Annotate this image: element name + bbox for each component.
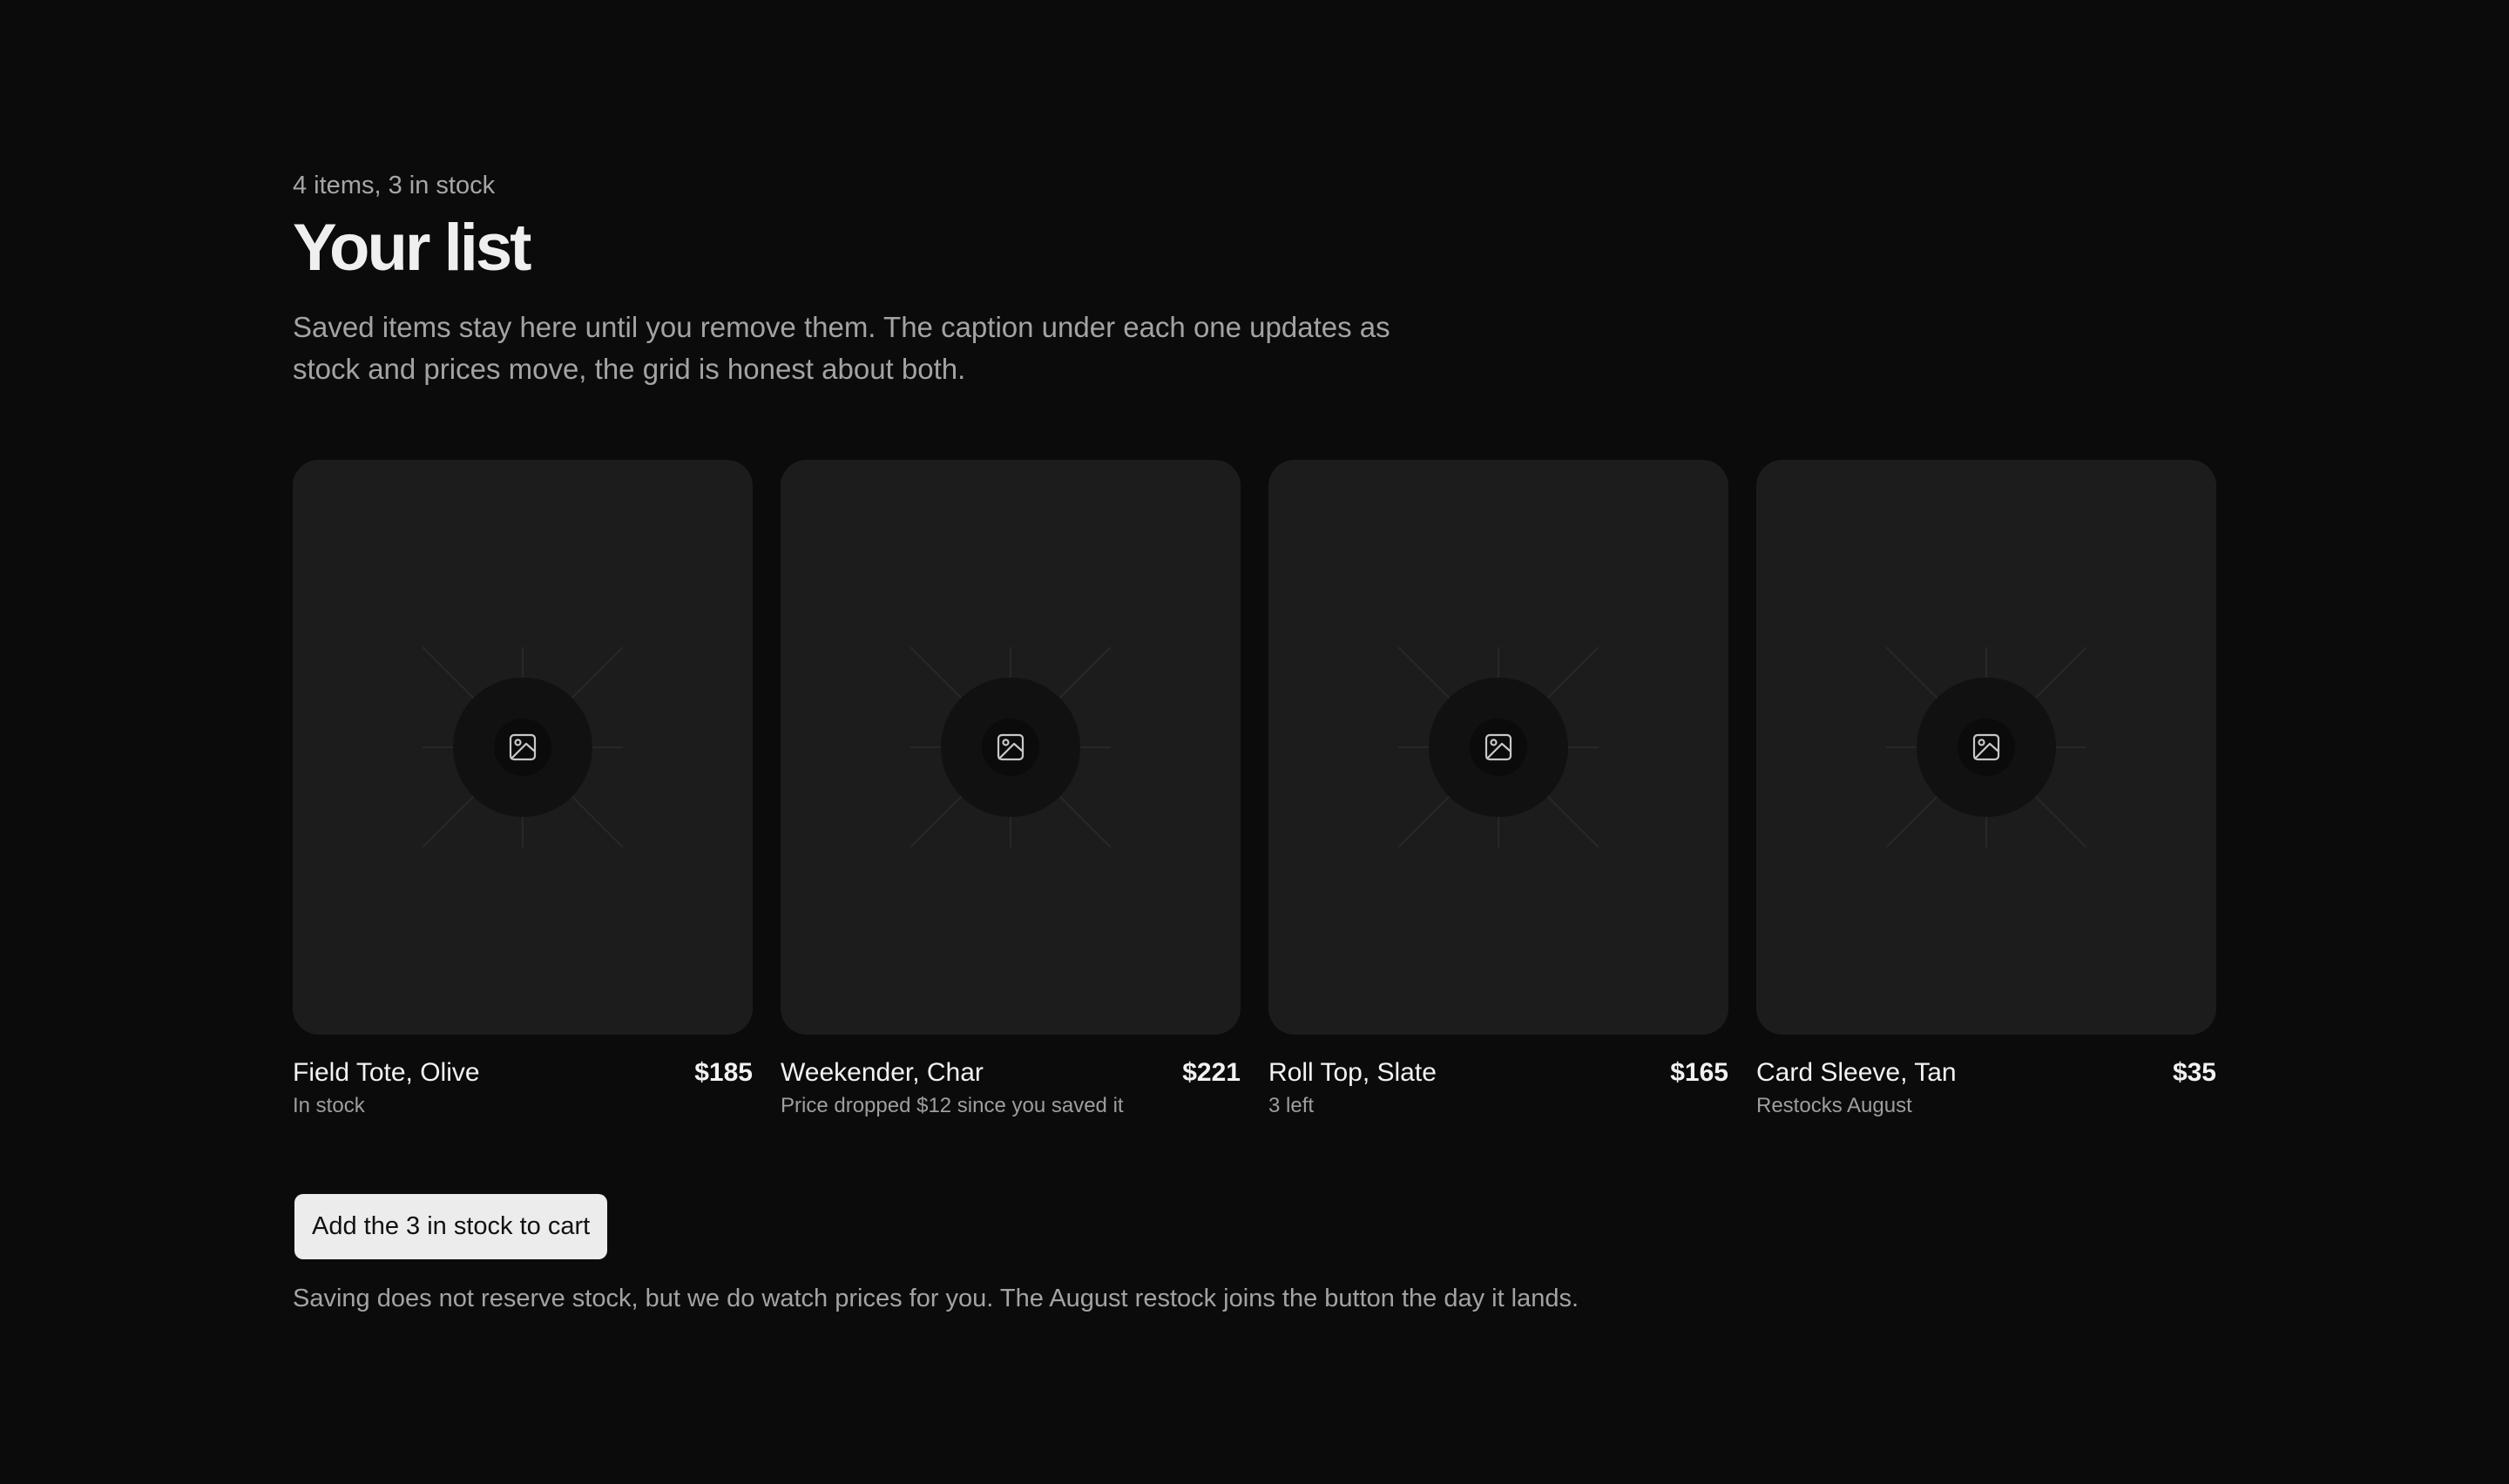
item-meta: Weekender, Char $221 Price dropped $12 s… <box>781 1056 1241 1134</box>
saved-item-card[interactable]: Roll Top, Slate $165 3 left <box>1268 460 1728 1134</box>
product-image-placeholder[interactable] <box>1756 460 2216 1035</box>
item-status: Restocks August <box>1756 1094 1912 1117</box>
item-status: In stock <box>293 1094 365 1117</box>
item-meta: Roll Top, Slate $165 3 left <box>1268 1056 1728 1134</box>
item-name[interactable]: Weekender, Char <box>781 1056 984 1090</box>
product-image-placeholder[interactable] <box>1268 460 1728 1035</box>
saved-items-grid: Field Tote, Olive $185 In stock Weekende… <box>293 460 2216 1134</box>
item-name[interactable]: Roll Top, Slate <box>1268 1056 1437 1090</box>
saved-item-card[interactable]: Weekender, Char $221 Price dropped $12 s… <box>781 460 1241 1134</box>
saved-item-card[interactable]: Field Tote, Olive $185 In stock <box>293 460 753 1134</box>
item-name[interactable]: Field Tote, Olive <box>293 1056 480 1090</box>
stock-footnote: Saving does not reserve stock, but we do… <box>293 1285 1579 1312</box>
item-price: $221 <box>1182 1058 1241 1087</box>
product-image-placeholder[interactable] <box>293 460 753 1035</box>
image-placeholder-icon <box>1398 647 1599 847</box>
image-placeholder-icon <box>1886 647 2086 847</box>
image-placeholder-icon <box>910 647 1111 847</box>
item-status: Price dropped $12 since you saved it <box>781 1094 1124 1117</box>
item-price: $35 <box>2172 1058 2216 1087</box>
product-image-placeholder[interactable] <box>781 460 1241 1035</box>
item-meta: Card Sleeve, Tan $35 Restocks August <box>1756 1056 2216 1134</box>
item-count-summary: 4 items, 3 in stock <box>293 172 496 199</box>
item-status: 3 left <box>1268 1094 1315 1117</box>
page-intro: Saved items stay here until you remove t… <box>293 311 1390 385</box>
saved-item-card[interactable]: Card Sleeve, Tan $35 Restocks August <box>1756 460 2216 1134</box>
add-in-stock-to-cart-button[interactable]: Add the 3 in stock to cart <box>294 1194 608 1259</box>
item-price: $165 <box>1670 1058 1728 1087</box>
item-meta: Field Tote, Olive $185 In stock <box>293 1056 753 1134</box>
page-title: Your list <box>293 211 531 285</box>
item-price: $185 <box>694 1058 753 1087</box>
image-placeholder-icon <box>423 647 623 847</box>
item-name[interactable]: Card Sleeve, Tan <box>1756 1056 1957 1090</box>
